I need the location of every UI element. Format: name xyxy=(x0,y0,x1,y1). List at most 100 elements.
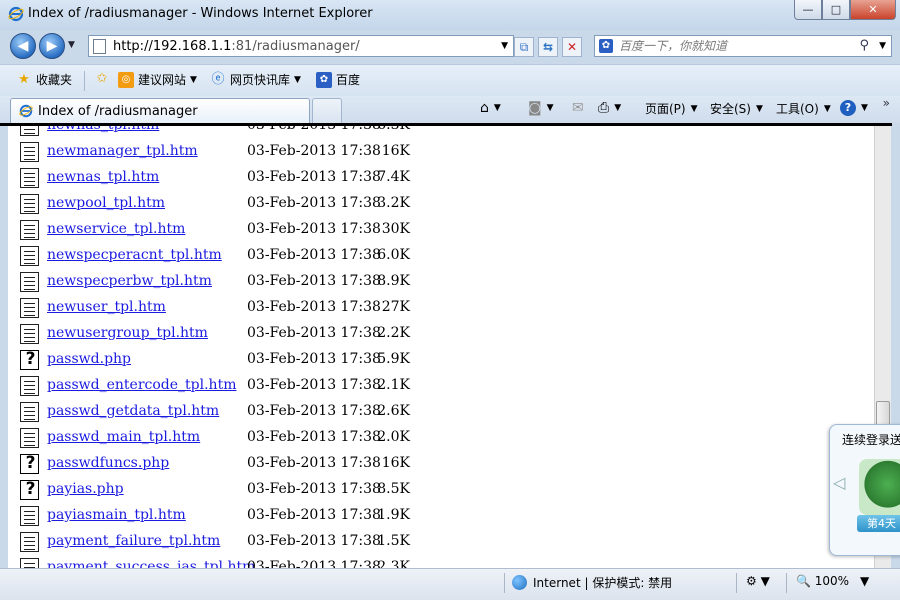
divider xyxy=(786,573,787,593)
file-size: 2.2K xyxy=(377,325,410,341)
text-file-icon xyxy=(20,126,39,136)
file-size: 27K xyxy=(381,299,410,315)
file-link[interactable]: passwd.php xyxy=(47,351,131,367)
address-bar[interactable]: http://192.168.1.1:81/radiusmanager/ ▼ xyxy=(88,35,514,57)
file-size: 7.4K xyxy=(377,169,410,185)
file-size: 2.6K xyxy=(377,403,410,419)
search-box[interactable]: ✿ ⚲ ▼ xyxy=(594,35,892,57)
table-row: passwd_getdata_tpl.htm 03-Feb-2013 17:38 2… xyxy=(8,399,608,425)
file-size: 2.3K xyxy=(377,559,410,568)
table-row: newspecperacnt_tpl.htm 03-Feb-2013 17:38 6… xyxy=(8,243,608,269)
text-file-icon xyxy=(20,168,39,188)
page-menu[interactable]: 页面(P) ▼ xyxy=(645,100,698,117)
security-zone[interactable]: Internet | 保护模式: 禁用 xyxy=(512,574,672,591)
star-icon: ★ xyxy=(18,71,30,87)
protected-mode-icon[interactable]: ⚙ ▼ xyxy=(746,574,770,588)
file-link[interactable]: payiasmain_tpl.htm xyxy=(47,507,186,523)
file-link[interactable]: passwdfuncs.php xyxy=(47,455,169,471)
file-modified-date: 03-Feb-2013 17:38 xyxy=(247,195,381,211)
file-link[interactable]: newuser_tpl.htm xyxy=(47,299,166,315)
file-link[interactable]: newspecperbw_tpl.htm xyxy=(47,273,212,289)
stop-icon[interactable]: ✕ xyxy=(562,37,582,57)
new-tab-button[interactable] xyxy=(312,98,342,123)
more-commands-chevron-icon[interactable]: » xyxy=(883,96,890,110)
home-button[interactable]: ⌂ ▼ xyxy=(480,100,501,116)
tab-index-radiusmanager[interactable]: Index of /radiusmanager xyxy=(10,98,310,123)
print-button[interactable]: ⎙ ▼ xyxy=(598,100,621,116)
page-icon xyxy=(93,39,106,54)
tab-bar: Index of /radiusmanager ⌂ ▼ ◙ ▼ ✉ ⎙ ▼ 页面(P)… xyxy=(0,96,900,123)
table-row: payiasmain_tpl.htm 03-Feb-2013 17:38 1.9K xyxy=(8,503,608,529)
search-options-dropdown-icon[interactable]: ▼ xyxy=(879,41,886,51)
globe-icon xyxy=(512,575,527,590)
add-favorite-icon: ✩ xyxy=(96,71,108,86)
file-link[interactable]: newnas_tpl.htm xyxy=(47,126,159,133)
file-link[interactable]: payias.php xyxy=(47,481,124,497)
home-icon: ⌂ xyxy=(480,100,489,116)
file-modified-date: 03-Feb-2013 17:38 xyxy=(247,273,381,289)
close-button[interactable]: ✕ xyxy=(850,0,896,20)
text-file-icon xyxy=(20,298,39,318)
file-link[interactable]: passwd_main_tpl.htm xyxy=(47,429,200,445)
recent-pages-dropdown[interactable]: ▼ xyxy=(68,40,75,50)
file-modified-date: 03-Feb-2013 17:38 xyxy=(247,247,381,263)
window-controls: — □ ✕ xyxy=(794,0,896,20)
ie-logo-icon xyxy=(19,104,33,118)
file-size: 1.9K xyxy=(377,507,410,523)
file-link[interactable]: newnas_tpl.htm xyxy=(47,169,159,185)
directory-listing: newnas_tpl.htm03-Feb-2013 17:386.3Knewma… xyxy=(8,126,874,568)
forward-button[interactable]: ▶ xyxy=(39,33,65,59)
text-file-icon xyxy=(20,246,39,266)
text-file-icon xyxy=(20,532,39,552)
tools-menu[interactable]: 工具(O) ▼ xyxy=(776,100,831,117)
file-link[interactable]: newmanager_tpl.htm xyxy=(47,143,198,159)
read-mail-button[interactable]: ✉ xyxy=(572,100,584,116)
table-row: passwd_main_tpl.htm 03-Feb-2013 17:38 2.0K xyxy=(8,425,608,451)
file-size: 5.9K xyxy=(377,351,410,367)
compatibility-view-icon[interactable]: ⧉ xyxy=(514,37,534,57)
title-bar: Index of /radiusmanager - Windows Intern… xyxy=(0,0,900,30)
minimize-button[interactable]: — xyxy=(794,0,822,20)
file-modified-date: 03-Feb-2013 17:38 xyxy=(247,559,381,568)
promo-day-badge: 第4天 xyxy=(857,515,900,532)
window-title: Index of /radiusmanager - Windows Intern… xyxy=(28,6,373,21)
address-url[interactable]: http://192.168.1.1:81/radiusmanager/ xyxy=(113,39,360,54)
text-file-icon xyxy=(20,142,39,162)
file-link[interactable]: payment_failure_tpl.htm xyxy=(47,533,220,549)
search-input[interactable] xyxy=(619,38,839,54)
text-file-icon xyxy=(20,506,39,526)
add-to-favorites-bar-button[interactable]: ✩ xyxy=(94,71,114,87)
table-row: newusergroup_tpl.htm 03-Feb-2013 17:38 2.2… xyxy=(8,321,608,347)
file-link[interactable]: newspecperacnt_tpl.htm xyxy=(47,247,222,263)
file-link[interactable]: passwd_getdata_tpl.htm xyxy=(47,403,219,419)
chevron-left-icon[interactable]: ◁ xyxy=(833,473,845,492)
file-modified-date: 03-Feb-2013 17:38 xyxy=(247,169,381,185)
file-size: 2.0K xyxy=(377,429,410,445)
safety-menu[interactable]: 安全(S) ▼ xyxy=(710,100,763,117)
favorites-button[interactable]: ★ 收藏夹 xyxy=(16,71,72,88)
back-button[interactable]: ◀ xyxy=(10,33,36,59)
file-link[interactable]: newservice_tpl.htm xyxy=(47,221,185,237)
file-modified-date: 03-Feb-2013 17:38 xyxy=(247,221,381,237)
web-slice-gallery-link[interactable]: ⓔ 网页快讯库 ▼ xyxy=(210,71,300,88)
zoom-level[interactable]: 🔍 100% xyxy=(796,574,849,588)
file-modified-date: 03-Feb-2013 17:38 xyxy=(247,533,381,549)
feeds-button[interactable]: ◙ ▼ xyxy=(528,100,554,116)
address-dropdown-icon[interactable]: ▼ xyxy=(501,41,508,51)
file-modified-date: 03-Feb-2013 17:38 xyxy=(247,351,381,367)
maximize-button[interactable]: □ xyxy=(822,0,850,20)
file-link[interactable]: payment_success_ias_tpl.htm xyxy=(47,559,255,568)
file-link[interactable]: newpool_tpl.htm xyxy=(47,195,165,211)
help-button[interactable]: ? ▼ xyxy=(840,100,868,116)
text-file-icon xyxy=(20,220,39,240)
baidu-link[interactable]: ✿ 百度 xyxy=(316,71,360,88)
baidu-search-provider-icon[interactable]: ✿ xyxy=(599,39,613,53)
refresh-icon[interactable]: ⇆ xyxy=(538,37,558,57)
file-modified-date: 03-Feb-2013 17:38 xyxy=(247,507,381,523)
file-link[interactable]: passwd_entercode_tpl.htm xyxy=(47,377,236,393)
zoom-dropdown-icon[interactable]: ▼ xyxy=(860,574,869,588)
login-reward-widget[interactable]: 连续登录送 ◁ 第4天 xyxy=(829,424,900,556)
search-icon[interactable]: ⚲ xyxy=(859,38,869,53)
file-link[interactable]: newusergroup_tpl.htm xyxy=(47,325,208,341)
suggested-sites-link[interactable]: ◎ 建议网站 ▼ xyxy=(118,71,197,88)
